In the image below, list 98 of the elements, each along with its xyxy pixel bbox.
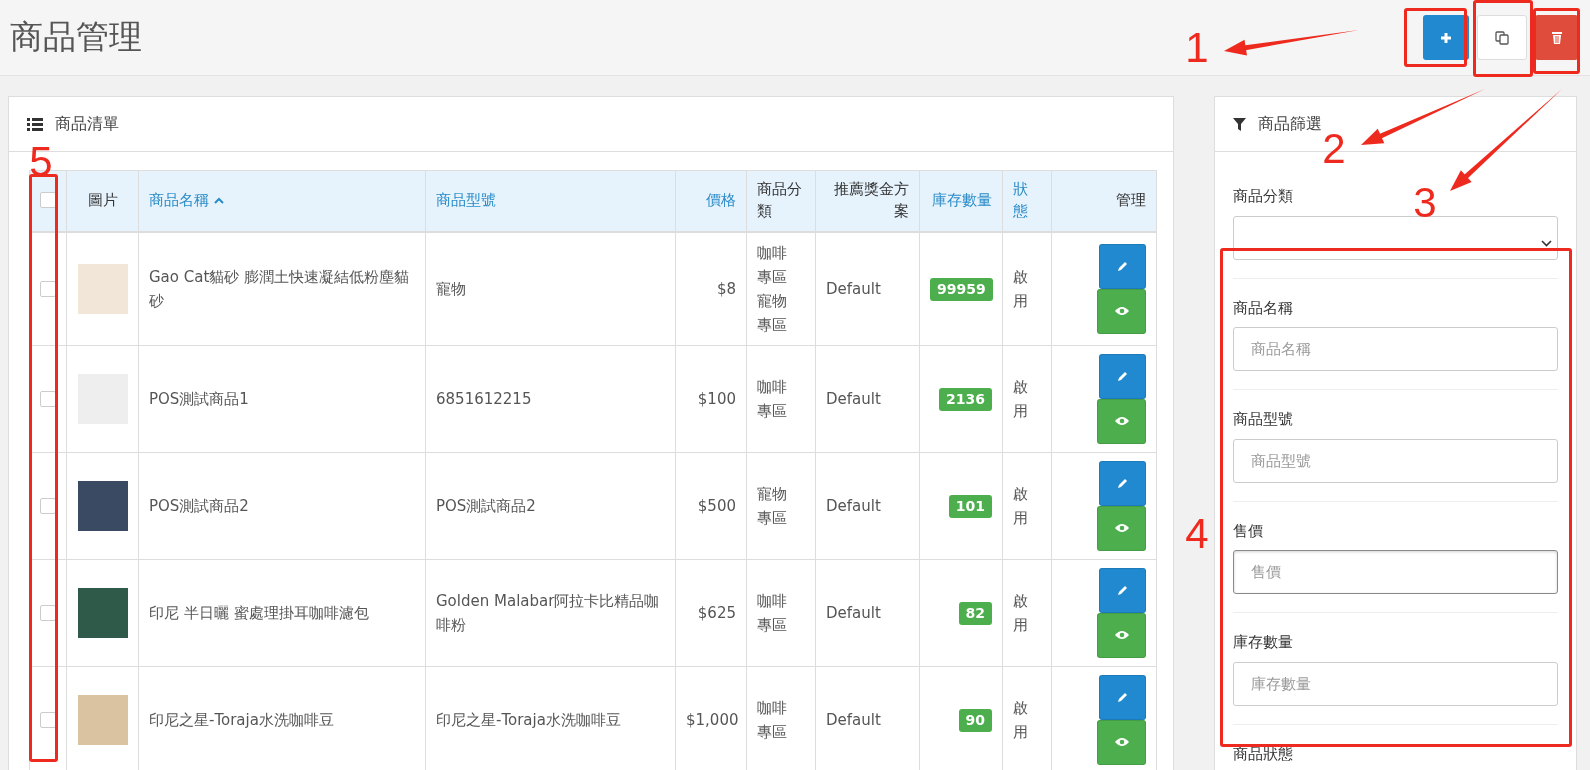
table-cell: POS測試商品2 <box>138 452 426 559</box>
chevron-down-icon <box>1541 239 1552 247</box>
row-checkbox[interactable] <box>40 281 56 297</box>
input-field[interactable]: 庫存數量 <box>1233 661 1558 706</box>
delete-button[interactable] <box>1535 15 1578 60</box>
table-cell: 咖啡專區 <box>746 345 816 452</box>
table-cell: Default <box>815 559 920 666</box>
eye-icon <box>1113 416 1130 426</box>
list-icon <box>27 117 43 131</box>
category-dropdown[interactable] <box>1233 215 1558 260</box>
input-field[interactable]: 售價 <box>1233 550 1558 594</box>
pencil-icon <box>1116 369 1129 383</box>
pencil-icon <box>1116 259 1129 273</box>
sort-link[interactable]: 狀態 <box>1013 179 1041 223</box>
column-header: 商品分類 <box>757 179 803 222</box>
table-cell: Default <box>815 231 920 345</box>
edit-button[interactable] <box>1099 353 1146 399</box>
sort-link[interactable]: 商品型號 <box>436 189 496 212</box>
table-cell: 啟用 <box>1002 345 1052 452</box>
view-button[interactable] <box>1097 505 1146 551</box>
field-label: 商品分類 <box>1233 187 1294 207</box>
table-cell: Gao Cat貓砂 膨潤土快速凝結低粉塵貓砂 <box>138 231 426 345</box>
select-all-checkbox[interactable] <box>40 192 56 209</box>
highlight-frame <box>1404 8 1467 67</box>
column-header: 管理 <box>1116 189 1146 211</box>
edit-button[interactable] <box>1099 460 1146 506</box>
field-label: 庫存數量 <box>1233 633 1294 653</box>
table-cell: 咖啡專區 <box>746 559 816 666</box>
annotation-number: 4 <box>1185 513 1209 555</box>
input-field[interactable]: 商品名稱 <box>1233 327 1558 371</box>
table-cell: 6851612215 <box>425 345 676 452</box>
table-cell: 印尼 半日曬 蜜處理掛耳咖啡濾包 <box>138 559 426 666</box>
annotation-number: 3 <box>1413 182 1437 224</box>
table-cell: $625 <box>675 559 747 666</box>
stock-badge: 101 <box>948 494 992 518</box>
highlight-frame <box>1533 8 1580 74</box>
eye-icon <box>1113 306 1130 316</box>
annotation-number: 2 <box>1322 128 1346 170</box>
copy-icon <box>1494 29 1510 46</box>
field-label: 商品名稱 <box>1233 298 1294 318</box>
table-cell: POS測試商品1 <box>138 345 426 452</box>
table-cell: Default <box>815 452 920 559</box>
row-checkbox[interactable] <box>40 605 56 621</box>
pencil-icon <box>1116 690 1129 704</box>
filter-icon <box>1233 117 1247 131</box>
sort-link[interactable]: 庫存數量 <box>932 189 992 212</box>
table-cell: 咖啡專區 寵物專區 <box>746 231 816 345</box>
photo-placeholder <box>77 694 128 745</box>
table-cell: Default <box>815 345 920 452</box>
page-title: 商品管理 <box>10 16 142 58</box>
edit-button[interactable] <box>1099 243 1146 289</box>
trash-icon <box>1550 30 1563 45</box>
stock-badge: 99959 <box>930 277 993 301</box>
sort-link[interactable]: 商品名稱 <box>149 189 224 212</box>
table-cell: 寵物專區 <box>746 452 816 559</box>
table-cell: POS測試商品2 <box>425 452 676 559</box>
photo-placeholder <box>77 587 128 638</box>
annotation-number: 1 <box>1185 27 1209 69</box>
eye-icon <box>1113 523 1130 533</box>
stock-badge: 82 <box>958 601 992 625</box>
column-header: 圖片 <box>87 189 118 211</box>
add-button[interactable] <box>1423 15 1469 60</box>
table-cell: 啟用 <box>1002 559 1052 666</box>
panel-title: 商品篩選 <box>1258 113 1323 135</box>
input-field[interactable]: 商品型號 <box>1233 438 1558 483</box>
row-checkbox[interactable] <box>40 498 56 514</box>
table-cell: $500 <box>675 452 747 559</box>
table-cell: Golden Malabar阿拉卡比精品咖啡粉 <box>425 559 676 666</box>
photo-placeholder <box>77 263 128 314</box>
table-cell: $8 <box>675 231 747 345</box>
column-header: 推薦獎金方案 <box>833 179 909 222</box>
view-button[interactable] <box>1097 398 1146 444</box>
pencil-icon <box>1116 583 1129 597</box>
view-button[interactable] <box>1097 612 1146 658</box>
panel-title: 商品清單 <box>55 113 119 135</box>
field-label: 商品狀態 <box>1233 744 1294 764</box>
table-cell: 啟用 <box>1002 231 1052 345</box>
edit-button[interactable] <box>1099 567 1146 613</box>
view-button[interactable] <box>1097 719 1146 765</box>
caret-up-icon <box>214 196 224 204</box>
row-checkbox[interactable] <box>40 712 56 728</box>
row-checkbox[interactable] <box>40 391 56 407</box>
plus-icon <box>1440 31 1452 44</box>
copy-button[interactable] <box>1477 15 1527 60</box>
edit-button[interactable] <box>1099 674 1146 720</box>
eye-icon <box>1113 737 1130 747</box>
field-label: 售價 <box>1233 521 1264 541</box>
table-cell: 啟用 <box>1002 452 1052 559</box>
field-label: 商品型號 <box>1233 410 1294 430</box>
table-cell: $100 <box>675 345 747 452</box>
view-button[interactable] <box>1097 288 1146 334</box>
stock-badge: 90 <box>958 708 992 732</box>
eye-icon <box>1113 630 1130 640</box>
photo-placeholder <box>77 480 128 531</box>
sort-link[interactable]: 價格 <box>706 189 736 212</box>
table-cell: 寵物 <box>425 231 676 345</box>
stock-badge: 2136 <box>939 387 992 411</box>
pencil-icon <box>1116 476 1129 490</box>
